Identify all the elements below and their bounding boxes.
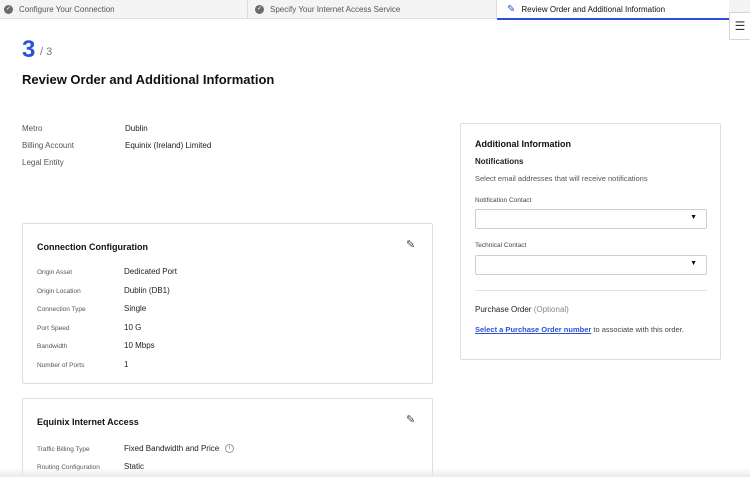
row-label: Number of Ports — [37, 362, 85, 369]
purchase-order-line: Select a Purchase Order number to associ… — [475, 325, 684, 334]
section-divider — [475, 290, 707, 291]
row-value: Single — [124, 304, 147, 313]
technical-contact-label: Technical Contact — [475, 242, 527, 249]
billing-account-value: Equinix (Ireland) Limited — [125, 141, 212, 150]
row-label: Origin Location — [37, 288, 81, 295]
edit-icon: ✎ — [406, 239, 416, 251]
internet-access-card: Equinix Internet Access ✎ Traffic Billin… — [22, 398, 433, 477]
notification-contact-label: Notification Contact — [475, 197, 532, 204]
row-value: 1 — [124, 360, 129, 369]
technical-contact-select[interactable]: ▼ — [475, 255, 707, 275]
row-value: Dublin (DB1) — [124, 286, 170, 295]
pencil-icon: ✎ — [507, 3, 516, 15]
legal-entity-label: Legal Entity — [22, 158, 64, 167]
check-circle-icon: ✓ — [4, 5, 13, 14]
row-value: Dedicated Port — [124, 267, 177, 276]
hamburger-icon: ☰ — [734, 19, 746, 33]
step-label: Review Order and Additional Information — [521, 4, 666, 14]
step-label: Specify Your Internet Access Service — [270, 5, 401, 14]
purchase-order-label: Purchase Order — [475, 305, 532, 314]
additional-information-card: Additional Information Notifications Sel… — [460, 123, 721, 360]
row-label: Port Speed — [37, 325, 70, 332]
select-purchase-order-link[interactable]: Select a Purchase Order number — [475, 325, 591, 334]
step-number: 3 — [22, 36, 36, 63]
purchase-order-title: Purchase Order (Optional) — [475, 305, 569, 314]
card-title: Equinix Internet Access — [37, 417, 139, 427]
step-total: / 3 — [40, 46, 53, 58]
billing-account-label: Billing Account — [22, 141, 75, 150]
card-title: Connection Configuration — [37, 242, 148, 252]
connection-configuration-card: Connection Configuration ✎ Origin Asset … — [22, 223, 433, 384]
step-divider — [247, 0, 248, 19]
row-value-with-info: Fixed Bandwidth and Price i — [124, 444, 235, 454]
additional-info-title: Additional Information — [475, 139, 571, 149]
row-value: 10 G — [124, 323, 142, 332]
step-label: Configure Your Connection — [19, 5, 115, 14]
caret-down-icon: ▼ — [690, 260, 697, 267]
notifications-title: Notifications — [475, 157, 524, 166]
step-internet-access[interactable]: ✓ Specify Your Internet Access Service — [255, 0, 495, 19]
notifications-description: Select email addresses that will receive… — [475, 174, 648, 183]
row-label: Origin Asset — [37, 269, 73, 276]
metro-value: Dublin — [125, 124, 148, 133]
stepper: ✓ Configure Your Connection ✓ Specify Yo… — [0, 0, 750, 20]
hamburger-menu-button[interactable]: ☰ — [729, 12, 750, 40]
bottom-fade — [0, 468, 750, 477]
metro-label: Metro — [22, 124, 43, 133]
info-icon[interactable]: i — [225, 444, 235, 454]
row-value: 10 Mbps — [124, 341, 155, 350]
page-title: Review Order and Additional Information — [22, 72, 275, 87]
purchase-order-suffix: to associate with this order. — [591, 325, 684, 334]
caret-down-icon: ▼ — [690, 214, 697, 221]
notification-contact-select[interactable]: ▼ — [475, 209, 707, 229]
step-review-order[interactable]: ✎ Review Order and Additional Informatio… — [497, 0, 729, 20]
edit-internet-access-button[interactable]: ✎ — [406, 413, 415, 426]
edit-icon: ✎ — [406, 414, 416, 426]
check-circle-icon: ✓ — [255, 5, 264, 14]
edit-connection-button[interactable]: ✎ — [406, 238, 415, 251]
row-label: Bandwidth — [37, 343, 68, 350]
row-label: Traffic Billing Type — [37, 446, 90, 453]
row-label: Connection Type — [37, 306, 86, 313]
row-value: Fixed Bandwidth and Price — [124, 444, 220, 453]
optional-label: (Optional) — [533, 305, 569, 314]
step-configure-connection[interactable]: ✓ Configure Your Connection — [4, 0, 246, 19]
